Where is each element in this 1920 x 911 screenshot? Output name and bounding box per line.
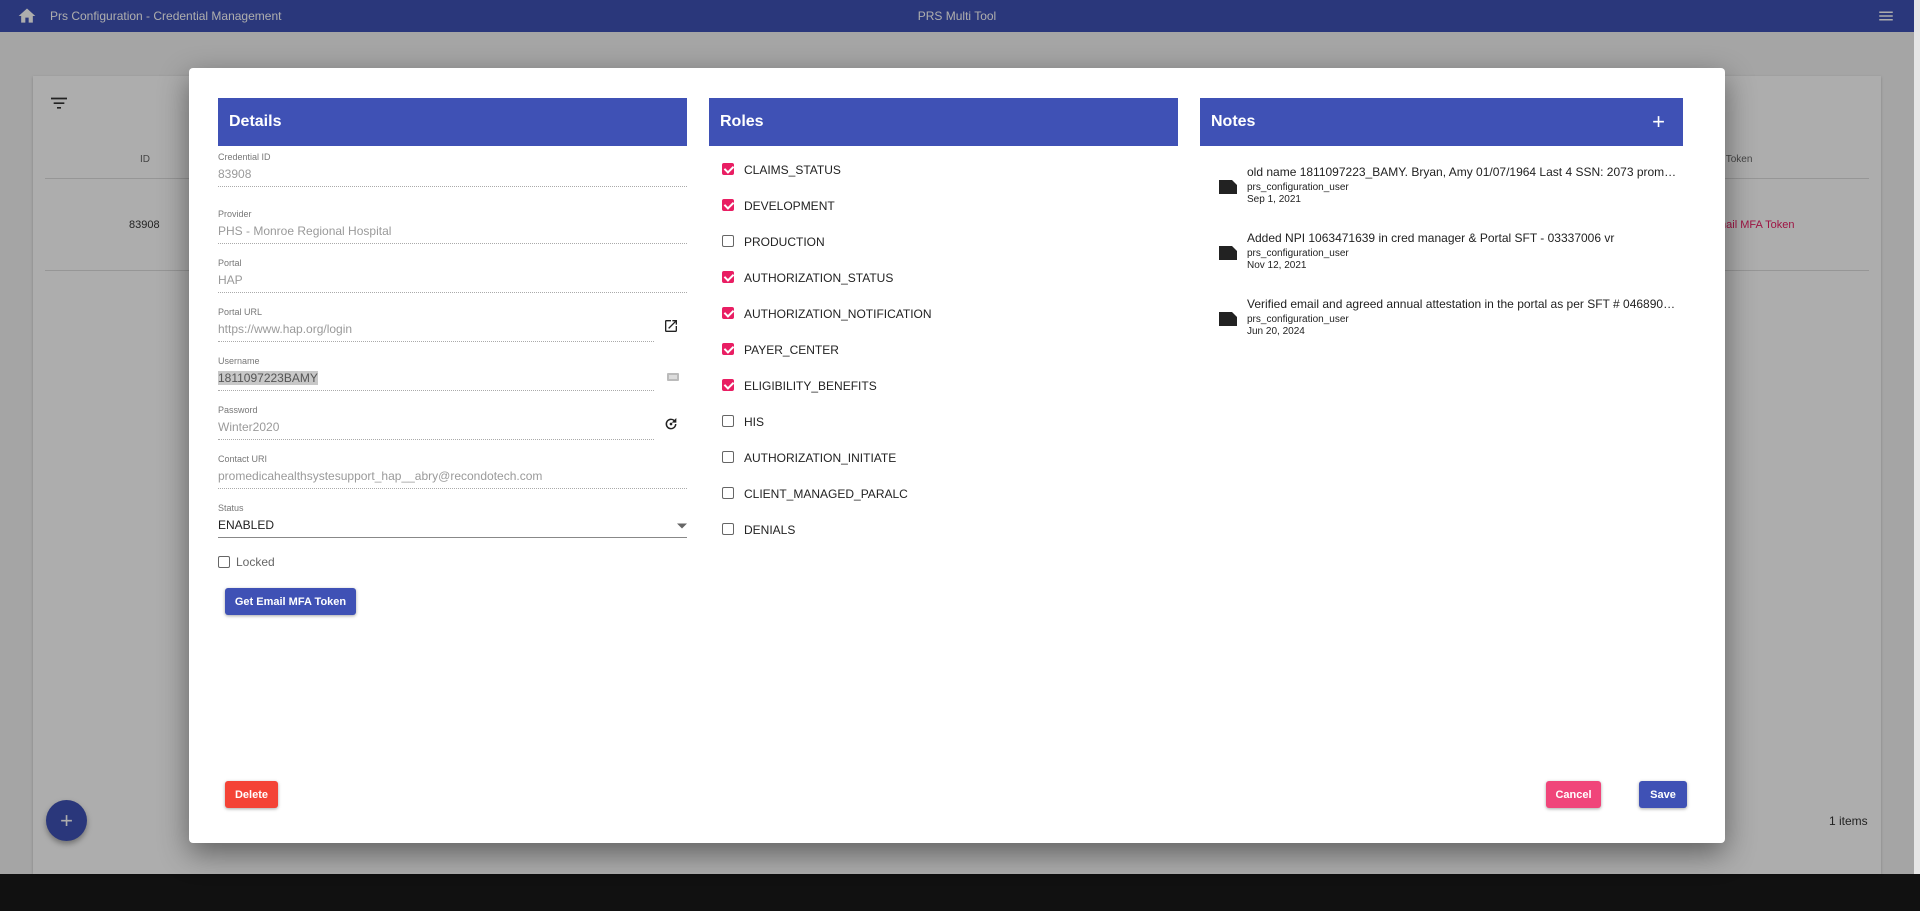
field-label: Portal URL (218, 307, 263, 317)
portal-url-field: Portal URL https://www.hap.org/login (218, 307, 687, 342)
role-label: PAYER_CENTER (744, 343, 839, 357)
role-checkbox[interactable] (722, 379, 734, 391)
role-checkbox[interactable] (722, 271, 734, 283)
credential-dialog: Details Credential ID 83908 Provider PHS… (189, 68, 1725, 843)
contact-uri-field: Contact URI promedicahealthsystesupport_… (218, 454, 687, 489)
field-label: Provider (218, 209, 252, 219)
role-checkbox[interactable] (722, 163, 734, 175)
field-label: Portal (218, 258, 242, 268)
field-label: Contact URI (218, 454, 268, 464)
role-label: DEVELOPMENT (744, 199, 835, 213)
note-date: Jun 20, 2024 (1247, 326, 1305, 337)
chevron-down-icon[interactable] (677, 523, 687, 529)
role-checkbox[interactable] (722, 235, 734, 247)
note-text: old name 1811097223_BAMY. Bryan, Amy 01/… (1247, 165, 1679, 179)
portal-field: Portal HAP (218, 258, 687, 293)
role-checkbox[interactable] (722, 307, 734, 319)
locked-checkbox[interactable] (218, 556, 230, 568)
provider-value: PHS - Monroe Regional Hospital (218, 224, 687, 244)
get-email-mfa-token-button[interactable]: Get Email MFA Token (225, 588, 356, 615)
locked-label: Locked (236, 555, 275, 569)
role-label: CLAIMS_STATUS (744, 163, 841, 177)
credential-id-field: Credential ID 83908 (218, 152, 687, 187)
role-label: DENIALS (744, 523, 796, 537)
field-label: Password (218, 405, 258, 415)
note-icon (1219, 246, 1237, 260)
note-icon (1219, 180, 1237, 194)
cancel-button[interactable]: Cancel (1546, 781, 1601, 808)
status-value[interactable]: ENABLED (218, 518, 687, 538)
note-user: prs_configuration_user (1247, 182, 1349, 193)
refresh-icon[interactable] (663, 416, 679, 432)
field-label: Credential ID (218, 152, 271, 162)
note-text: Verified email and agreed annual attesta… (1247, 297, 1679, 311)
role-label: HIS (744, 415, 765, 429)
roles-header: Roles (709, 98, 1178, 146)
note-date: Nov 12, 2021 (1247, 260, 1307, 271)
scrollbar-track (1914, 0, 1920, 874)
role-label: ELIGIBILITY_BENEFITS (744, 379, 877, 393)
status-select[interactable]: Status ENABLED (218, 503, 687, 538)
portal-url-value: https://www.hap.org/login (218, 322, 654, 342)
username-field[interactable]: Username 1811097223BAMY (218, 356, 687, 391)
save-button[interactable]: Save (1639, 781, 1687, 808)
contact-uri-value: promedicahealthsystesupport_hap__abry@re… (218, 469, 687, 489)
note-date: Sep 1, 2021 (1247, 194, 1301, 205)
portal-value: HAP (218, 273, 687, 293)
role-checkbox[interactable] (722, 415, 734, 427)
role-label: AUTHORIZATION_STATUS (744, 271, 894, 285)
role-label: AUTHORIZATION_INITIATE (744, 451, 897, 465)
field-label: Username (218, 356, 260, 366)
username-value: 1811097223BAMY (218, 371, 318, 385)
details-header: Details (218, 98, 687, 146)
note-icon (1219, 312, 1237, 326)
password-field[interactable]: Password Winter2020 (218, 405, 687, 440)
role-checkbox[interactable] (722, 523, 734, 535)
role-checkbox[interactable] (722, 451, 734, 463)
keyboard-icon[interactable] (667, 372, 679, 382)
open-in-new-icon[interactable] (663, 318, 679, 334)
password-value[interactable]: Winter2020 (218, 420, 654, 440)
note-text: Added NPI 1063471639 in cred manager & P… (1247, 231, 1615, 245)
role-label: AUTHORIZATION_NOTIFICATION (744, 307, 932, 321)
role-label: PRODUCTION (744, 235, 825, 249)
note-user: prs_configuration_user (1247, 248, 1349, 259)
add-note-button[interactable]: + (1652, 98, 1665, 146)
role-label: CLIENT_MANAGED_PARALC (744, 487, 908, 501)
credential-id-value: 83908 (218, 167, 687, 187)
notes-header: Notes + (1200, 98, 1683, 146)
role-checkbox[interactable] (722, 343, 734, 355)
field-label: Status (218, 503, 244, 513)
provider-field: Provider PHS - Monroe Regional Hospital (218, 209, 687, 244)
notes-title: Notes (1211, 113, 1256, 130)
role-checkbox[interactable] (722, 487, 734, 499)
delete-button[interactable]: Delete (225, 781, 278, 808)
role-checkbox[interactable] (722, 199, 734, 211)
note-user: prs_configuration_user (1247, 314, 1349, 325)
username-input[interactable]: 1811097223BAMY (218, 371, 654, 391)
